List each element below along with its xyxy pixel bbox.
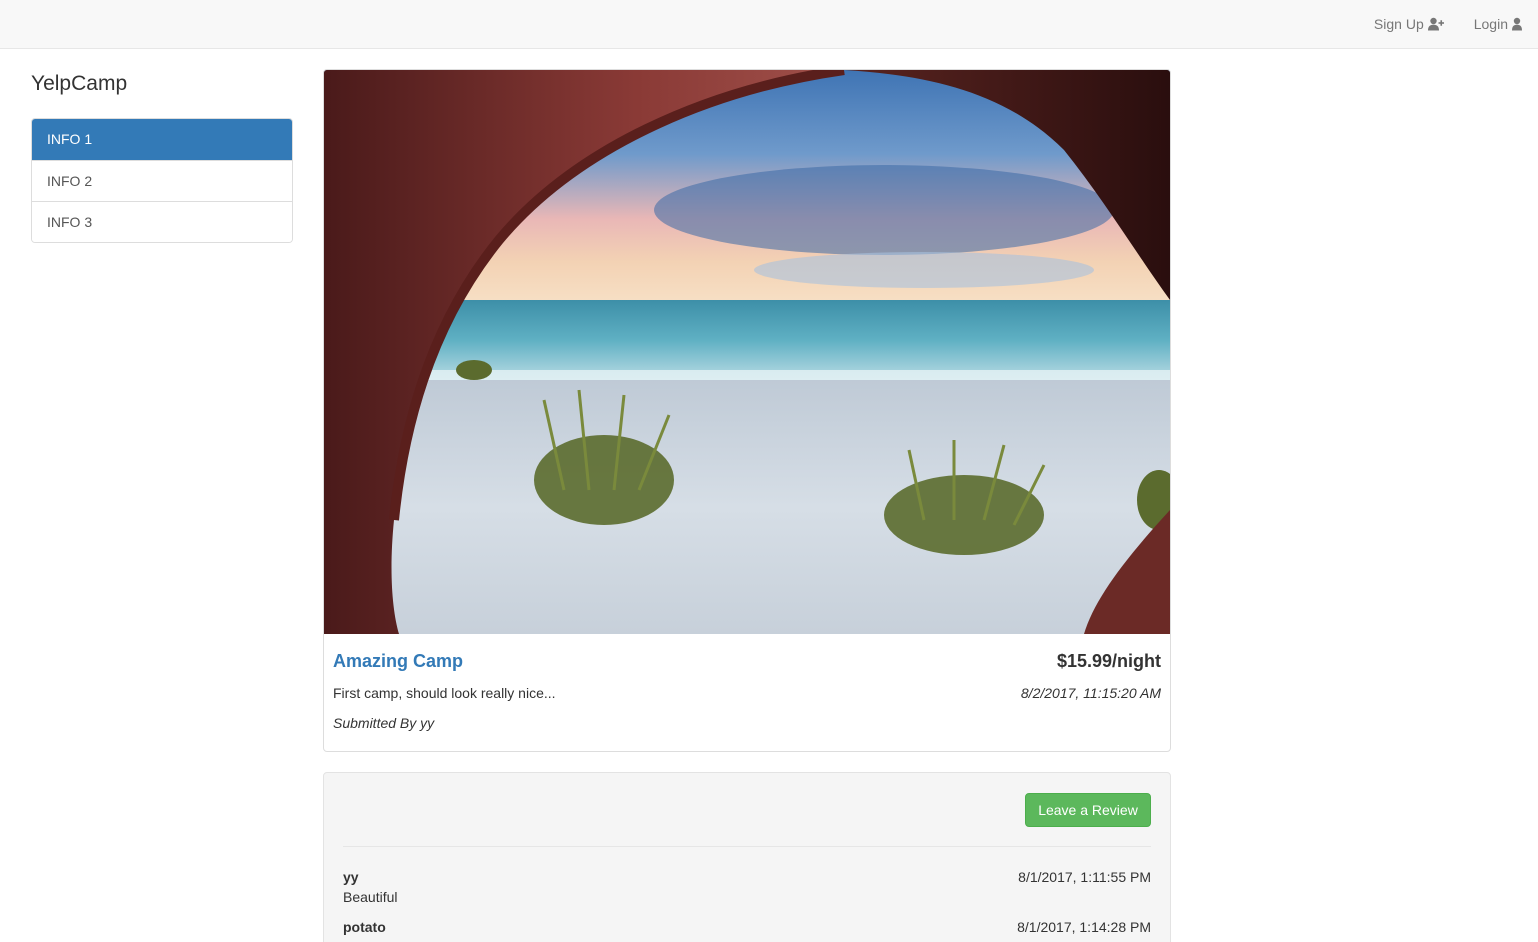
- login-link[interactable]: Login: [1474, 16, 1522, 32]
- campground-date: 8/2/2017, 11:15:20 AM: [1020, 685, 1161, 701]
- info-item-1[interactable]: INFO 1: [32, 119, 292, 160]
- user-plus-icon: [1427, 17, 1444, 31]
- review-author: yy: [343, 869, 359, 885]
- login-label: Login: [1473, 16, 1508, 32]
- signup-label: Sign Up: [1373, 16, 1424, 32]
- info-item-2[interactable]: INFO 2: [32, 160, 292, 201]
- review-item: potato 8/1/2017, 1:14:28 PM: [343, 919, 1151, 942]
- campground-description: First camp, should look really nice...: [333, 685, 556, 701]
- sidebar-title: YelpCamp: [31, 72, 128, 95]
- review-text: Beautiful: [343, 889, 398, 905]
- leave-review-button[interactable]: Leave a Review: [1025, 793, 1151, 827]
- campground-author: Submitted By yy: [333, 715, 435, 731]
- top-navbar: Sign Up Login: [0, 0, 1538, 49]
- campground-name-link[interactable]: Amazing Camp: [333, 651, 463, 672]
- reviews-panel: Leave a Review yy 8/1/2017, 1:11:55 PM B…: [323, 772, 1171, 942]
- info-list: INFO 1 INFO 2 INFO 3: [31, 118, 293, 243]
- info-item-3[interactable]: INFO 3: [32, 201, 292, 242]
- review-item: yy 8/1/2017, 1:11:55 PM Beautiful: [343, 869, 1151, 913]
- campground-photo: [324, 70, 1170, 634]
- reviews-divider: [343, 846, 1151, 847]
- review-author: potato: [343, 919, 386, 935]
- campground-card: Amazing Camp $15.99/night First camp, sh…: [323, 69, 1171, 752]
- navbar-right: Sign Up Login: [1344, 0, 1522, 48]
- user-icon: [1512, 17, 1522, 31]
- campground-price: $15.99/night: [1056, 651, 1161, 671]
- review-date: 8/1/2017, 1:11:55 PM: [1018, 869, 1151, 885]
- review-date: 8/1/2017, 1:14:28 PM: [1017, 919, 1151, 935]
- signup-link[interactable]: Sign Up: [1374, 16, 1444, 32]
